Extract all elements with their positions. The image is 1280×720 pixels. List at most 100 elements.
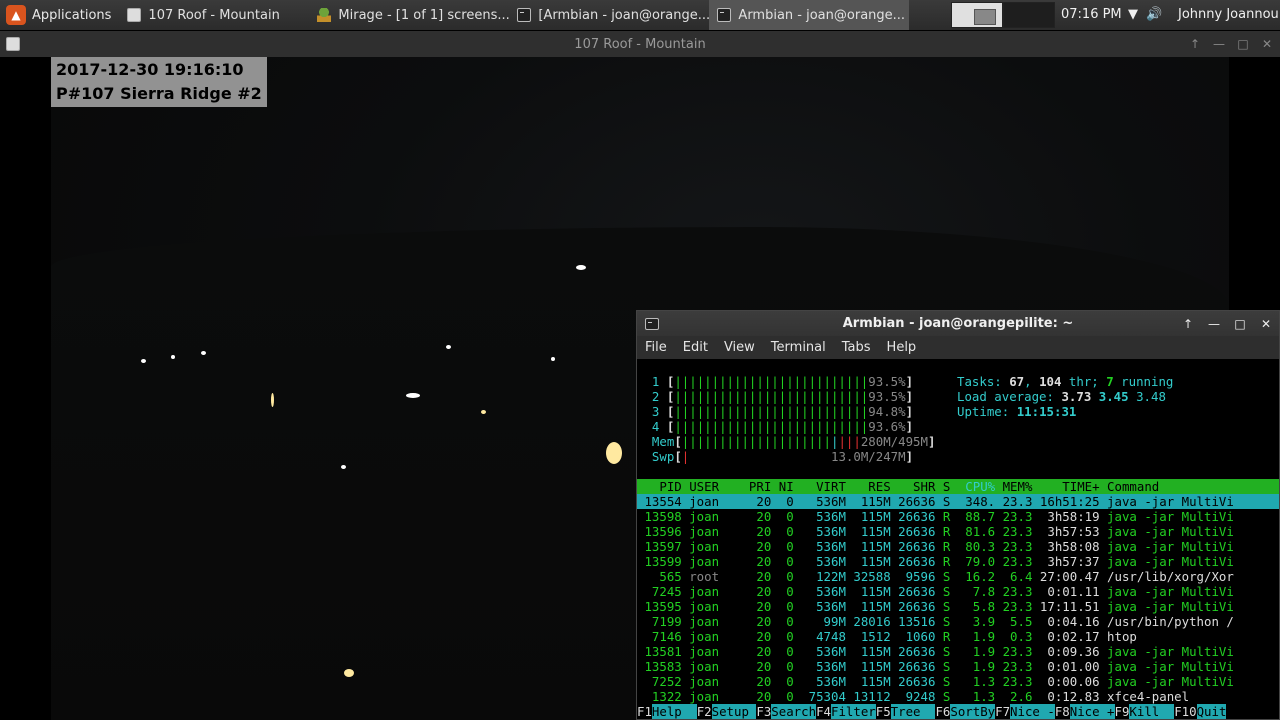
process-row[interactable]: 13583 joan 20 0 536M 115M 26636 S 1.9 23…	[637, 659, 1279, 674]
top-panel: ▲ Applications 107 Roof - Mountain Mirag…	[0, 0, 1280, 30]
process-row[interactable]: 1322 joan 20 0 75304 13112 9248 S 1.3 2.…	[637, 689, 1279, 704]
minimize-icon[interactable]: —	[1212, 37, 1226, 51]
close-icon[interactable]: ✕	[1260, 37, 1274, 51]
process-cell: 536M	[793, 644, 846, 659]
process-cell: joan	[681, 554, 727, 569]
fkey-f2[interactable]: F2	[697, 704, 712, 719]
menu-edit[interactable]: Edit	[675, 340, 716, 355]
image-viewer-icon	[127, 8, 142, 22]
column-header-ni[interactable]: NI	[771, 479, 794, 494]
process-cell: 4748	[793, 629, 846, 644]
column-header-cpu[interactable]: CPU%	[950, 479, 995, 494]
menu-tabs[interactable]: Tabs	[834, 340, 879, 355]
htop-screen[interactable]: 1 [||||||||||||||||||||||||||93.5%] 2 [|…	[637, 359, 1279, 719]
wifi-icon[interactable]: ▼	[1128, 7, 1138, 22]
fkey-label[interactable]: Kill	[1129, 704, 1175, 719]
fkey-label[interactable]: Quit	[1196, 704, 1227, 719]
fkey-f9[interactable]: F9	[1115, 704, 1130, 719]
process-row[interactable]: 13598 joan 20 0 536M 115M 26636 R 88.7 2…	[637, 509, 1279, 524]
menu-terminal[interactable]: Terminal	[763, 340, 834, 355]
column-header-res[interactable]: RES	[846, 479, 890, 494]
workspace-switcher[interactable]	[951, 2, 1055, 28]
process-cell: 536M	[793, 524, 846, 539]
process-row[interactable]: 7199 joan 20 0 99M 28016 13516 S 3.9 5.5…	[637, 614, 1279, 629]
fkey-label[interactable]: Help	[651, 704, 697, 719]
maximize-icon[interactable]: □	[1236, 37, 1250, 51]
process-row[interactable]: 13596 joan 20 0 536M 115M 26636 R 81.6 2…	[637, 524, 1279, 539]
process-cell: 0	[771, 554, 794, 569]
process-row[interactable]: 565 root 20 0 122M 32588 9596 S 16.2 6.4…	[637, 569, 1279, 584]
terminal-titlebar[interactable]: Armbian - joan@orangepilite: ~ ↑ — □ ✕	[637, 311, 1279, 336]
process-row[interactable]: 13581 joan 20 0 536M 115M 26636 S 1.9 23…	[637, 644, 1279, 659]
user-menu[interactable]: Johnny Joannou	[1178, 7, 1279, 22]
clock[interactable]: 07:16 PM	[1061, 7, 1122, 22]
column-header-user[interactable]: USER	[682, 479, 727, 494]
fkey-f4[interactable]: F4	[816, 704, 831, 719]
shade-icon[interactable]: ↑	[1181, 317, 1195, 331]
taskbar-item-terminal-2[interactable]: Armbian - joan@orange...	[709, 0, 910, 30]
process-cell: 115M	[845, 554, 891, 569]
process-row[interactable]: 13595 joan 20 0 536M 115M 26636 S 5.8 23…	[637, 599, 1279, 614]
process-cell: 115M	[845, 674, 891, 689]
cpu-percent: 93.6%	[868, 419, 906, 434]
taskbar-item-roof[interactable]: 107 Roof - Mountain	[119, 0, 309, 30]
process-row[interactable]: 7252 joan 20 0 536M 115M 26636 S 1.3 23.…	[637, 674, 1279, 689]
column-header-pri[interactable]: PRI	[727, 479, 771, 494]
fkey-f7[interactable]: F7	[995, 704, 1010, 719]
maximize-icon[interactable]: □	[1233, 317, 1247, 331]
process-cell: 5.5	[995, 614, 1033, 629]
process-cell: 16.2	[950, 569, 996, 584]
shade-icon[interactable]: ↑	[1188, 37, 1202, 51]
fkey-label[interactable]: SortBy	[950, 704, 996, 719]
process-cell: joan	[681, 494, 727, 509]
fkey-label[interactable]: Setup	[711, 704, 757, 719]
menu-view[interactable]: View	[716, 340, 763, 355]
process-row[interactable]: 13597 joan 20 0 536M 115M 26636 R 80.3 2…	[637, 539, 1279, 554]
menu-file[interactable]: File	[637, 340, 675, 355]
process-row[interactable]: 13599 joan 20 0 536M 115M 26636 R 79.0 2…	[637, 554, 1279, 569]
process-cell: 23.3	[995, 509, 1033, 524]
process-cell: joan	[681, 584, 727, 599]
column-header-command[interactable]: Command	[1100, 479, 1159, 494]
column-header-mem[interactable]: MEM%	[995, 479, 1033, 494]
column-header-time[interactable]: TIME+	[1032, 479, 1099, 494]
column-header-virt[interactable]: VIRT	[794, 479, 846, 494]
fkey-label[interactable]: Tree	[890, 704, 936, 719]
close-icon[interactable]: ✕	[1259, 317, 1273, 331]
window-titlebar[interactable]: 107 Roof - Mountain ↑ — □ ✕	[0, 31, 1280, 57]
process-table-header[interactable]: PID USER PRI NI VIRT RES SHR S CPU% MEM%…	[637, 479, 1279, 494]
menu-help[interactable]: Help	[879, 340, 925, 355]
process-cell: 20	[726, 569, 772, 584]
process-cell: 348.	[950, 494, 996, 509]
workspace-1[interactable]	[951, 2, 1003, 28]
volume-icon[interactable]: 🔊	[1146, 7, 1162, 22]
process-table: 13554 joan 20 0 536M 115M 26636 S 348. 2…	[637, 494, 1279, 704]
fkey-f1[interactable]: F1	[637, 704, 652, 719]
applications-label: Applications	[32, 7, 112, 23]
taskbar-item-terminal-1[interactable]: [Armbian - joan@orange...	[509, 0, 709, 30]
fkey-f3[interactable]: F3	[756, 704, 771, 719]
fkey-f10[interactable]: F10	[1174, 704, 1196, 719]
process-row[interactable]: 7146 joan 20 0 4748 1512 1060 R 1.9 0.3 …	[637, 629, 1279, 644]
fkey-label[interactable]: Search	[771, 704, 817, 719]
applications-menu[interactable]: ▲ Applications	[0, 0, 119, 30]
fkey-f8[interactable]: F8	[1055, 704, 1070, 719]
fkey-f5[interactable]: F5	[876, 704, 891, 719]
process-row[interactable]: 13554 joan 20 0 536M 115M 26636 S 348. 2…	[637, 494, 1279, 509]
column-header-s[interactable]: S	[935, 479, 950, 494]
fkey-label[interactable]: Nice +	[1069, 704, 1115, 719]
column-header-shr[interactable]: SHR	[891, 479, 935, 494]
fkey-label[interactable]: Nice -	[1010, 704, 1055, 719]
fkey-f6[interactable]: F6	[935, 704, 950, 719]
process-row[interactable]: 7245 joan 20 0 536M 115M 26636 S 7.8 23.…	[637, 584, 1279, 599]
process-cell: 23.3	[995, 599, 1033, 614]
taskbar-item-mirage[interactable]: Mirage - [1 of 1] screens...	[309, 0, 509, 30]
process-cell: joan	[681, 614, 727, 629]
workspace-2[interactable]	[1003, 2, 1055, 28]
meter-bracket: ]	[905, 404, 914, 419]
fkey-label[interactable]: Filter	[830, 704, 876, 719]
city-light	[201, 351, 206, 355]
column-header-pid[interactable]: PID	[637, 479, 681, 494]
minimize-icon[interactable]: —	[1207, 317, 1221, 331]
process-cell: 115M	[845, 659, 891, 674]
